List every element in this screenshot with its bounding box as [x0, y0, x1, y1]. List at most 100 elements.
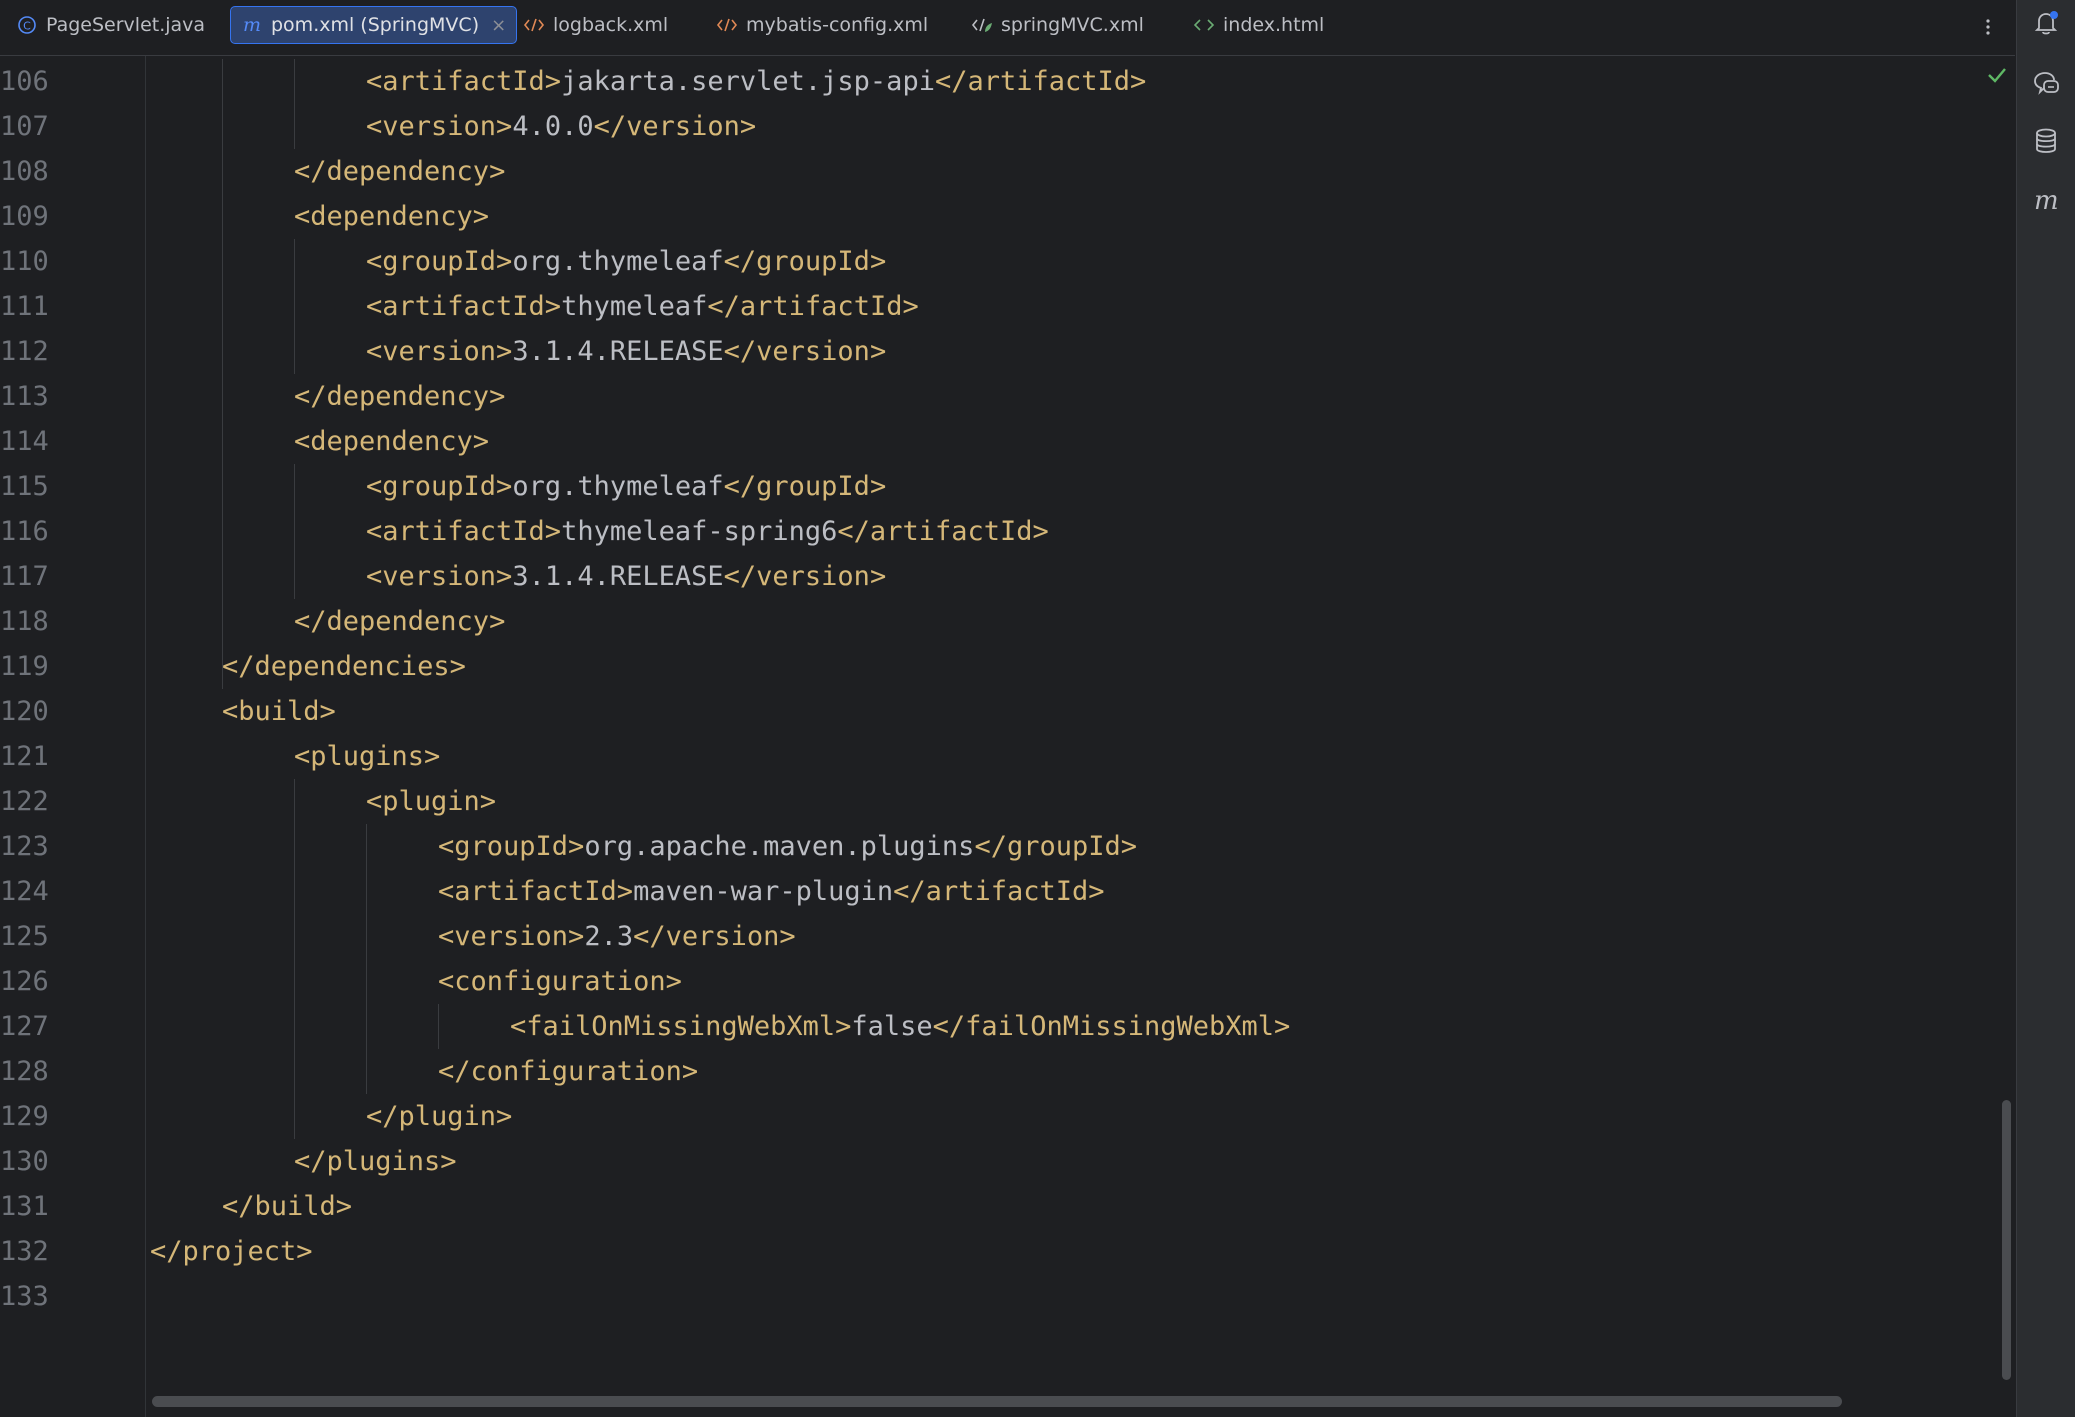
code-line[interactable]: </dependency>: [294, 149, 505, 194]
line-number[interactable]: 128: [0, 1049, 58, 1094]
line-number[interactable]: 130: [0, 1139, 58, 1184]
code-line[interactable]: </dependencies>: [222, 644, 466, 689]
code-line[interactable]: <failOnMissingWebXml>false</failOnMissin…: [510, 1004, 1290, 1049]
tab-logback-xml[interactable]: logback.xml: [513, 6, 678, 44]
line-number[interactable]: 106: [0, 59, 58, 104]
tab-pom-xml[interactable]: m pom.xml (SpringMVC) ×: [230, 6, 518, 44]
xml-tag: </version>: [723, 336, 887, 367]
tag-value: false: [851, 1011, 933, 1042]
notifications-icon[interactable]: [2031, 8, 2061, 38]
xml-tag: <artifactId>: [366, 66, 562, 97]
tag-value: thymeleaf-spring6: [561, 516, 838, 547]
code-line[interactable]: <artifactId>thymeleaf</artifactId>: [366, 284, 919, 329]
code-line[interactable]: </configuration>: [438, 1049, 698, 1094]
xml-tag: </dependency>: [294, 606, 506, 637]
code-line[interactable]: <version>3.1.4.RELEASE</version>: [366, 329, 886, 374]
line-number[interactable]: 108: [0, 149, 58, 194]
code-line[interactable]: <artifactId>maven-war-plugin</artifactId…: [438, 869, 1105, 914]
code-line[interactable]: <build>: [222, 689, 336, 734]
code-line[interactable]: </dependency>: [294, 599, 505, 644]
xml-tag: </version>: [723, 561, 887, 592]
code-line[interactable]: <groupId>org.thymeleaf</groupId>: [366, 464, 886, 509]
line-number[interactable]: 126: [0, 959, 58, 1004]
code-line[interactable]: <groupId>org.apache.maven.plugins</group…: [438, 824, 1137, 869]
line-number[interactable]: 110: [0, 239, 58, 284]
line-number[interactable]: 120: [0, 689, 58, 734]
line-number[interactable]: 122: [0, 779, 58, 824]
line-number[interactable]: 111: [0, 284, 58, 329]
line-number[interactable]: 121: [0, 734, 58, 779]
line-number[interactable]: 133: [0, 1274, 58, 1319]
tab-label: mybatis-config.xml: [746, 14, 929, 36]
more-tabs-icon[interactable]: [1975, 12, 2001, 42]
xml-icon: [523, 14, 545, 36]
xml-tag: <failOnMissingWebXml>: [510, 1011, 852, 1042]
vertical-scrollbar[interactable]: [2002, 1100, 2011, 1380]
inspection-ok-icon[interactable]: [1986, 64, 2008, 86]
line-number[interactable]: 129: [0, 1094, 58, 1139]
code-line[interactable]: <artifactId>thymeleaf-spring6</artifactI…: [366, 509, 1049, 554]
tag-value: maven-war-plugin: [633, 876, 894, 907]
line-number[interactable]: 124: [0, 869, 58, 914]
editor-tab-bar: C PageServlet.java m pom.xml (SpringMVC)…: [0, 0, 2015, 56]
line-number[interactable]: 119: [0, 644, 58, 689]
line-number[interactable]: 113: [0, 374, 58, 419]
code-line[interactable]: <plugins>: [294, 734, 440, 779]
xml-icon: [716, 14, 738, 36]
code-line[interactable]: </project>: [150, 1229, 313, 1274]
code-line[interactable]: <artifactId>jakarta.servlet.jsp-api</art…: [366, 59, 1146, 104]
svg-text:m: m: [2034, 187, 2059, 215]
line-number[interactable]: 118: [0, 599, 58, 644]
code-line[interactable]: </dependency>: [294, 374, 505, 419]
indent-guide: [294, 239, 295, 374]
indent-guide: [366, 824, 367, 1094]
xml-tag: </plugin>: [366, 1101, 513, 1132]
tab-label: springMVC.xml: [1001, 14, 1144, 36]
code-line[interactable]: </build>: [222, 1184, 352, 1229]
xml-tag: <artifactId>: [366, 291, 562, 322]
code-line[interactable]: </plugin>: [366, 1094, 512, 1139]
code-line[interactable]: </plugins>: [294, 1139, 457, 1184]
tab-springmvc-xml[interactable]: springMVC.xml: [961, 6, 1154, 44]
line-number[interactable]: 107: [0, 104, 58, 149]
line-number[interactable]: 123: [0, 824, 58, 869]
code-line[interactable]: <version>3.1.4.RELEASE</version>: [366, 554, 886, 599]
code-line[interactable]: <groupId>org.thymeleaf</groupId>: [366, 239, 886, 284]
indent-guide: [294, 464, 295, 599]
xml-tag: <artifactId>: [438, 876, 634, 907]
line-number[interactable]: 115: [0, 464, 58, 509]
line-number[interactable]: 116: [0, 509, 58, 554]
code-editor[interactable]: <artifactId>jakarta.servlet.jsp-api</art…: [146, 56, 2006, 1396]
line-number[interactable]: 131: [0, 1184, 58, 1229]
line-number[interactable]: 114: [0, 419, 58, 464]
line-number[interactable]: 117: [0, 554, 58, 599]
tag-value: org.thymeleaf: [512, 246, 724, 277]
code-line[interactable]: <plugin>: [366, 779, 496, 824]
code-line[interactable]: <version>2.3</version>: [438, 914, 796, 959]
tab-pageservlet-java[interactable]: C PageServlet.java: [6, 6, 215, 44]
database-icon[interactable]: [2031, 126, 2061, 156]
xml-tag: </artifactId>: [934, 66, 1147, 97]
spring-xml-icon: [971, 14, 993, 36]
close-icon[interactable]: ×: [491, 15, 506, 36]
maven-icon[interactable]: m: [2031, 186, 2061, 216]
code-line[interactable]: <configuration>: [438, 959, 682, 1004]
code-line[interactable]: <dependency>: [294, 419, 489, 464]
code-line[interactable]: <dependency>: [294, 194, 489, 239]
line-number[interactable]: 125: [0, 914, 58, 959]
horizontal-scrollbar[interactable]: [152, 1396, 1842, 1407]
java-class-icon: C: [16, 14, 38, 36]
xml-tag: <version>: [366, 336, 513, 367]
xml-tag: </dependency>: [294, 381, 506, 412]
xml-tag: </groupId>: [723, 471, 887, 502]
indent-guide: [294, 779, 295, 1139]
xml-tag: </dependency>: [294, 156, 506, 187]
line-number[interactable]: 109: [0, 194, 58, 239]
tab-index-html[interactable]: index.html: [1183, 6, 1334, 44]
line-number[interactable]: 127: [0, 1004, 58, 1049]
ai-assistant-icon[interactable]: [2031, 68, 2061, 98]
line-number[interactable]: 132: [0, 1229, 58, 1274]
line-number[interactable]: 112: [0, 329, 58, 374]
tab-mybatis-config-xml[interactable]: mybatis-config.xml: [706, 6, 938, 44]
code-line[interactable]: <version>4.0.0</version>: [366, 104, 756, 149]
